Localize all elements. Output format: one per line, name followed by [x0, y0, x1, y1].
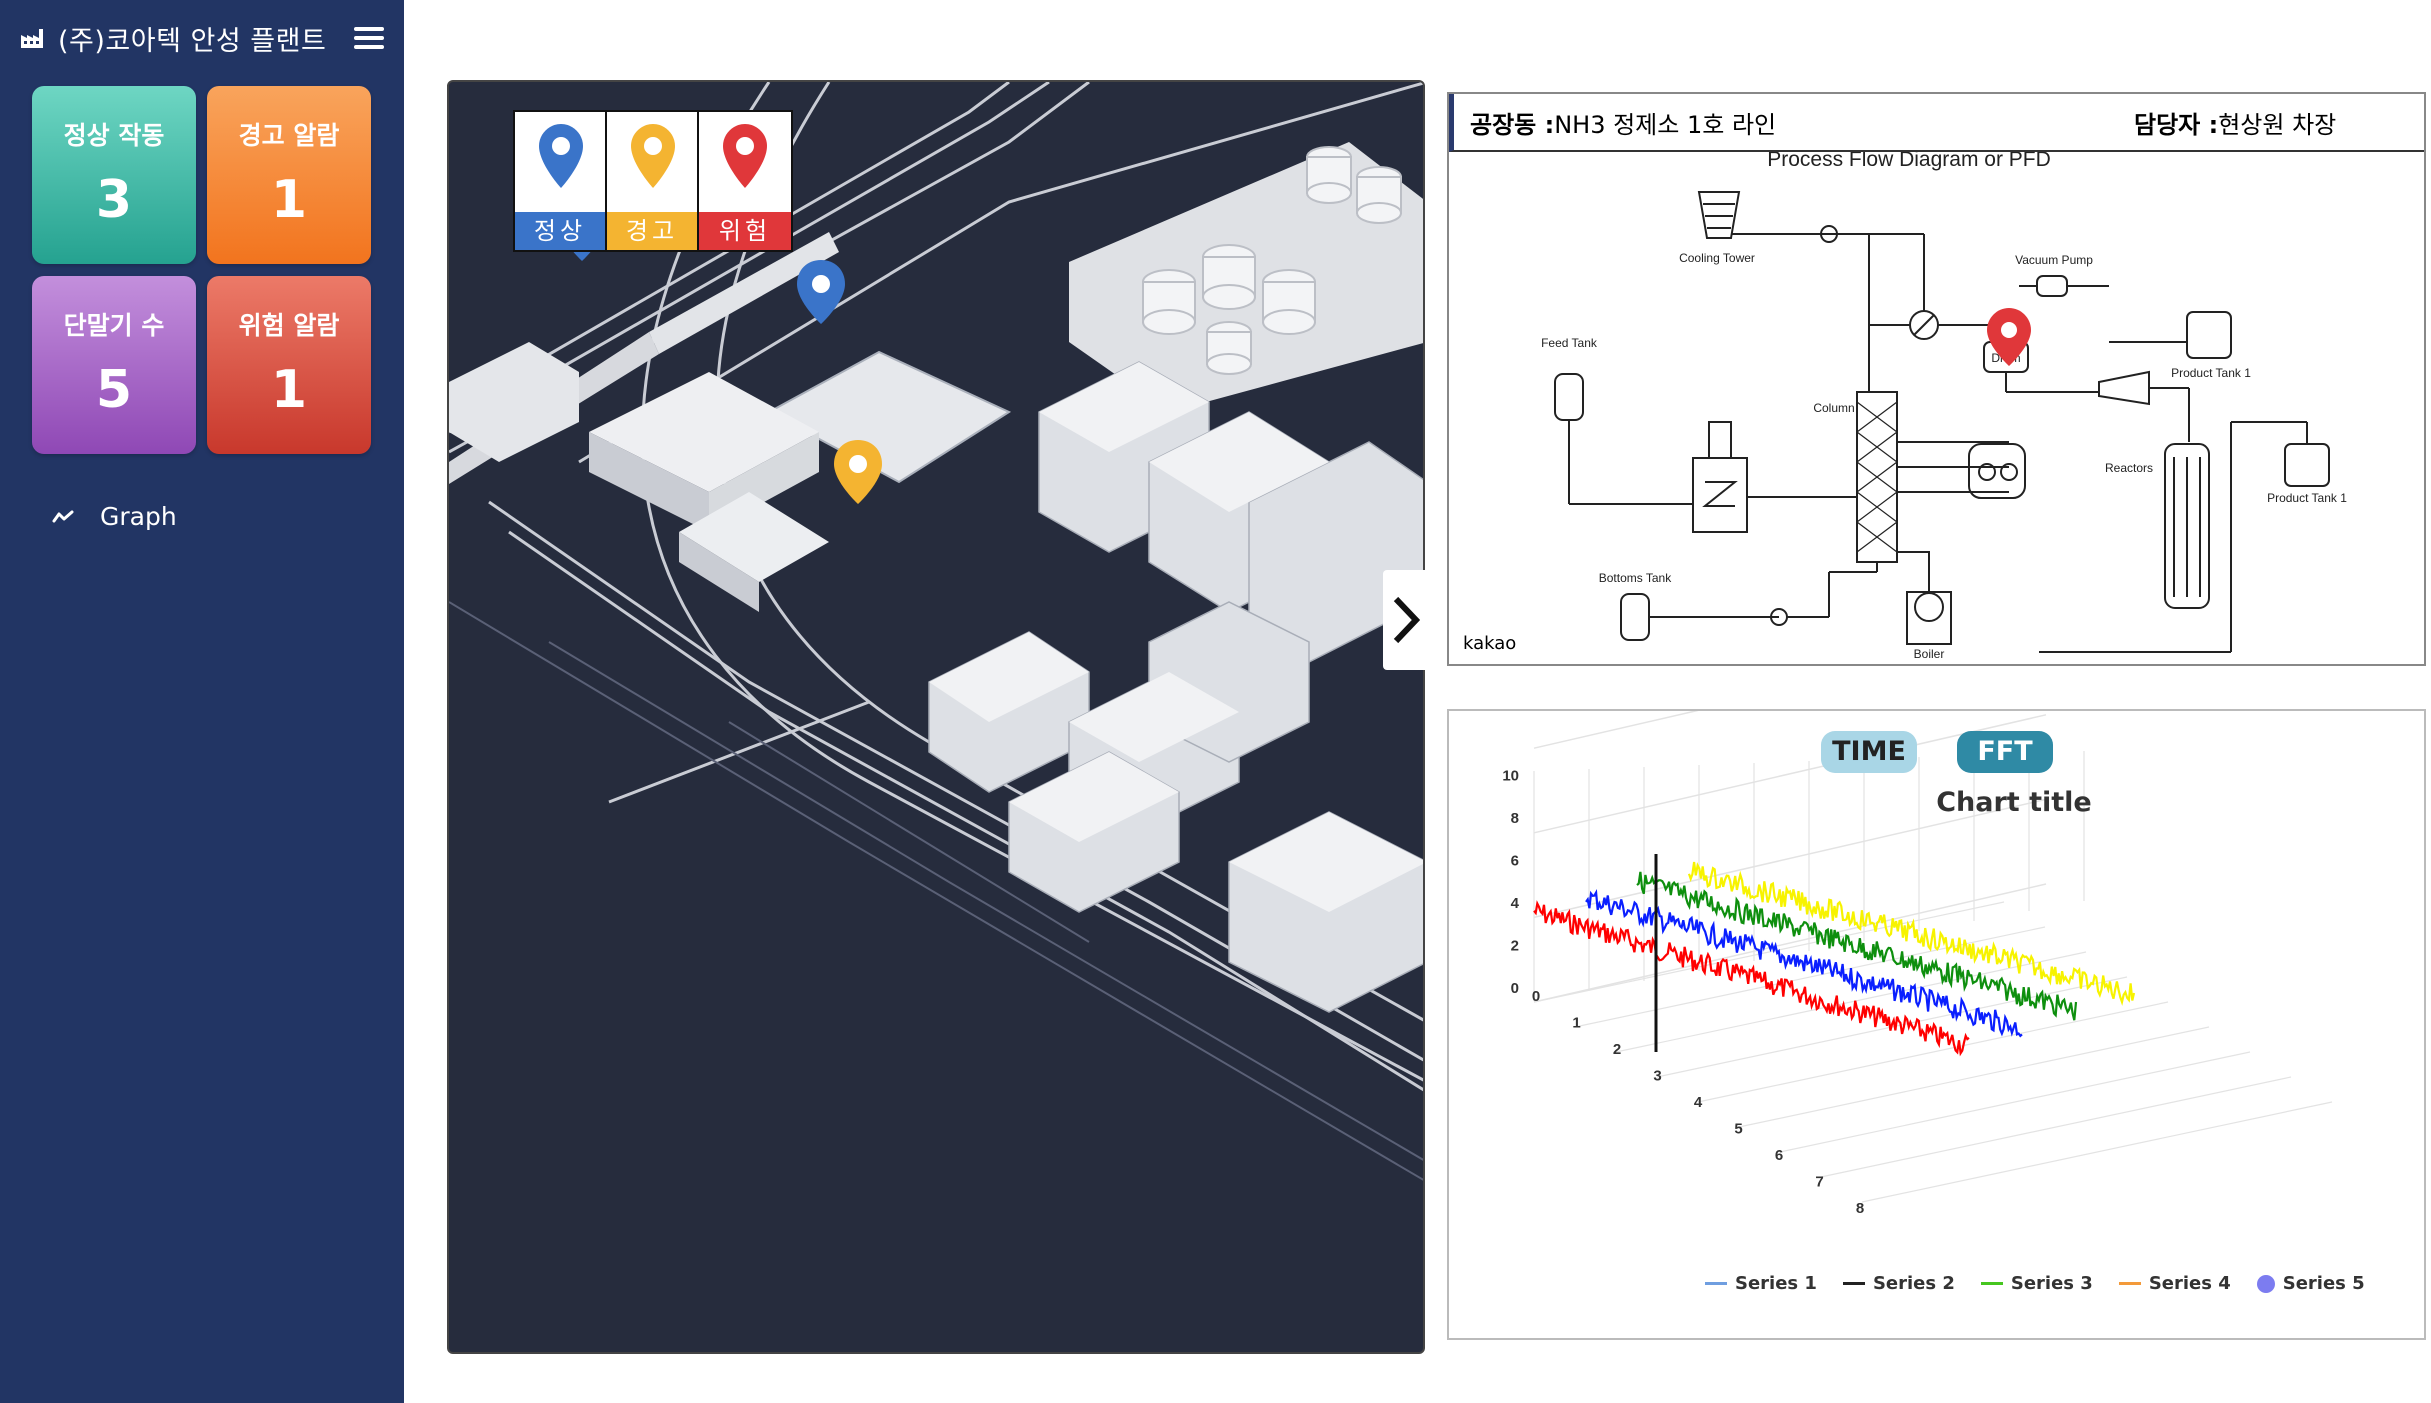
axis-tick-label: 6 [1775, 1147, 1783, 1164]
card-label: 단말기 수 [63, 311, 165, 340]
series-line [1636, 871, 2078, 1021]
legend-item[interactable]: Series 3 [1980, 1273, 2093, 1294]
process-flow-panel: 공장동 : NH3 정제소 1호 라인 담당자 :현상원 차장 Process … [1447, 92, 2426, 666]
card-value: 5 [95, 360, 133, 420]
pfd-diagram: Process Flow Diagram or PFD Cooling Towe… [1541, 152, 2347, 661]
card-terminal-count[interactable]: 단말기 수 5 [32, 276, 196, 454]
legend-label: Series 2 [1872, 1273, 1955, 1294]
axis-tick-label: 2 [1613, 1041, 1621, 1058]
legend-item[interactable]: Series 1 [1705, 1273, 1817, 1294]
label-feed-tank: Feed Tank [1541, 336, 1598, 350]
grid-line [1738, 1026, 2210, 1128]
card-normal-operation[interactable]: 정상 작동 3 [32, 86, 196, 264]
chart-title: Chart title [1936, 787, 2092, 818]
legend-swatch [2118, 1282, 2141, 1285]
tab-fft[interactable]: FFT [1957, 731, 2053, 773]
axis-tick-label: 3 [1653, 1068, 1661, 1085]
legend-item[interactable]: Series 2 [1842, 1273, 1955, 1294]
legend-normal[interactable]: 정상 [515, 112, 607, 250]
factory-icon [21, 29, 43, 48]
sidebar-header: (주)코아텍 안성 플랜트 [0, 0, 404, 76]
axis-tick-label: 8 [1856, 1200, 1864, 1217]
legend-item[interactable]: Series 5 [2256, 1273, 2365, 1294]
card-label: 위험 알람 [238, 311, 340, 340]
label-product-tank-b: Product Tank 1 [2267, 491, 2347, 505]
line-chart-icon [52, 510, 74, 522]
axis-tick-label: 10 [1502, 768, 1519, 785]
card-warning-alarm[interactable]: 경고 알람 1 [207, 86, 371, 264]
card-label: 정상 작동 [63, 121, 165, 150]
axis-tick-label: 6 [1511, 853, 1519, 870]
axis-tick-label: 1 [1572, 1015, 1580, 1032]
label-vacuum-pump: Vacuum Pump [2015, 253, 2093, 267]
sidebar: (주)코아텍 안성 플랜트 정상 작동 3 경고 알람 1 단말기 수 5 위험… [0, 0, 404, 1403]
legend-label: 위험 [699, 212, 791, 250]
legend-swatch [1980, 1282, 2003, 1285]
dashboard-page: (주)코아텍 안성 플랜트 정상 작동 3 경고 알람 1 단말기 수 5 위험… [0, 0, 2431, 1403]
legend-danger[interactable]: 위험 [699, 112, 791, 250]
factory-label: 공장동 : [1470, 110, 1555, 139]
label-column: Column [1813, 401, 1854, 415]
plant-3d-scene [449, 82, 1423, 1181]
legend-swatch [1842, 1282, 1865, 1285]
legend-warning[interactable]: 경고 [607, 112, 699, 250]
legend-label: Series 3 [2010, 1273, 2093, 1294]
axis-tick-label: 7 [1815, 1174, 1823, 1191]
axis-tick-label: 0 [1511, 980, 1519, 997]
manager-info: 담당자 :현상원 차장 [2134, 105, 2336, 140]
map-pin-red-icon [723, 124, 767, 188]
status-legend: 정상 경고 위험 [513, 110, 793, 252]
sidebar-item-graph[interactable]: Graph [52, 502, 177, 531]
legend-label: 경고 [607, 212, 697, 250]
legend-label: Series 5 [2282, 1273, 2365, 1294]
card-danger-alarm[interactable]: 위험 알람 1 [207, 276, 371, 454]
axis-tick-label: 2 [1511, 938, 1519, 955]
legend-swatch [2256, 1274, 2275, 1293]
label-boiler: Boiler [1914, 647, 1945, 661]
label-reactors: Reactors [2105, 461, 2153, 475]
grid-line [1697, 1001, 2169, 1103]
grid-line [1779, 1051, 2251, 1153]
sidebar-item-label: Graph [100, 502, 177, 531]
watermark: kakao [1463, 633, 1517, 654]
legend-label: Series 1 [1735, 1273, 1817, 1294]
card-value: 1 [270, 360, 308, 420]
axis-tick-label: 5 [1734, 1121, 1742, 1138]
hamburger-menu-icon[interactable] [354, 23, 384, 53]
legend-label: 정상 [515, 212, 605, 250]
label-cooling-tower: Cooling Tower [1679, 251, 1755, 265]
label-bottoms-tank: Bottoms Tank [1599, 571, 1672, 585]
legend-swatch [1705, 1282, 1727, 1285]
card-label: 경고 알람 [238, 121, 340, 150]
legend-label: Series 4 [2148, 1273, 2231, 1294]
grid-line [1820, 1076, 2292, 1178]
plant-map-view[interactable]: 정상 경고 위험 [447, 80, 1425, 1354]
chart-legend: Series 1 Series 2 Series 3 Series 4 Series 5 [1705, 1273, 2365, 1294]
chart-panel: 0 2 4 6 8 10 0 1 2 3 4 5 6 7 8 TIME FFT Chart title Se… [1447, 709, 2426, 1340]
card-value: 1 [270, 170, 308, 230]
pfd-title: Process Flow Diagram or PFD [1767, 152, 2051, 171]
manager-value: 현상원 차장 [2218, 110, 2337, 139]
axis-tick-label: 0 [1532, 988, 1540, 1005]
grid-line [1861, 1101, 2333, 1203]
plant-title: (주)코아텍 안성 플랜트 [58, 25, 327, 57]
factory-value: NH3 정제소 1호 라인 [1554, 110, 1777, 139]
card-value: 3 [95, 170, 133, 230]
map-pin-blue-icon [539, 124, 583, 188]
legend-item[interactable]: Series 4 [2118, 1273, 2231, 1294]
label-product-tank: Product Tank 1 [2171, 366, 2251, 380]
map-pin-normal[interactable] [797, 260, 845, 324]
manager-label: 담당자 : [2134, 110, 2219, 139]
chevron-right-icon [1393, 596, 1420, 644]
next-arrow-button[interactable] [1383, 570, 1427, 670]
axis-tick-label: 4 [1694, 1094, 1703, 1111]
map-pin-warning[interactable] [834, 440, 882, 504]
pfd-header: 공장동 : NH3 정제소 1호 라인 담당자 :현상원 차장 [1449, 94, 2424, 152]
axis-tick-label: 4 [1511, 895, 1520, 912]
tab-time[interactable]: TIME [1821, 731, 1917, 773]
map-pin-yellow-icon [631, 124, 675, 188]
